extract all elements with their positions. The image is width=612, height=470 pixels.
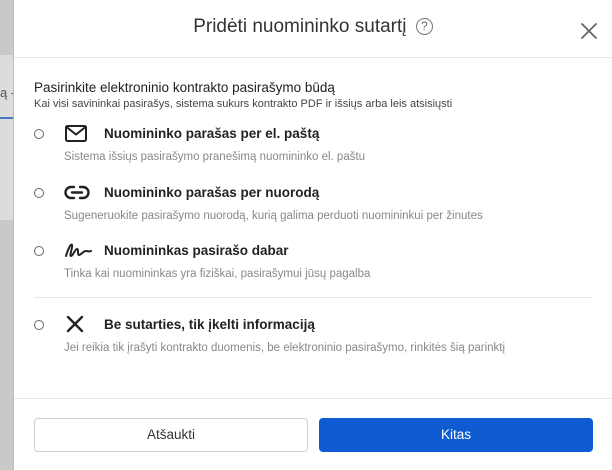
option-label: Nuomininkas pasirašo dabar — [104, 243, 289, 258]
link-icon — [64, 183, 90, 203]
signature-icon — [64, 241, 92, 261]
background-page-fragment: ą - — [0, 55, 14, 220]
background-text-fragment: ą - — [0, 85, 14, 100]
dialog-header: Pridėti nuomininko sutartį ? — [14, 0, 612, 58]
option-label: Nuomininko parašas per el. paštą — [104, 126, 320, 141]
option-description: Sistema išsiųs pasirašymo pranešimą nuom… — [64, 151, 366, 163]
section-subtitle: Kai visi savininkai pasirašys, sistema s… — [34, 98, 453, 110]
background-active-underline — [0, 117, 14, 119]
option-label: Be sutarties, tik įkelti informaciją — [104, 317, 315, 332]
options-divider — [34, 297, 592, 298]
section-title: Pasirinkite elektroninio kontrakto pasir… — [34, 80, 335, 95]
next-button[interactable]: Kitas — [319, 418, 593, 452]
close-icon — [581, 23, 597, 39]
envelope-icon — [64, 124, 90, 144]
x-icon — [64, 315, 90, 335]
help-icon[interactable]: ? — [415, 18, 433, 35]
cancel-button[interactable]: Atšaukti — [34, 418, 308, 452]
option-radio[interactable] — [34, 246, 44, 256]
dialog-title-wrap: Pridėti nuomininko sutartį ? — [14, 16, 612, 38]
option-description: Sugeneruokite pasirašymo nuorodą, kurią … — [64, 210, 483, 222]
option-radio[interactable] — [34, 129, 44, 139]
close-button[interactable] — [580, 22, 598, 40]
dialog-title: Pridėti nuomininko sutartį — [193, 16, 407, 37]
option-description: Jei reikia tik įrašyti kontrakto duomeni… — [64, 342, 506, 354]
add-tenant-contract-dialog: Pridėti nuomininko sutartį ? Pasirinkite… — [13, 0, 612, 470]
option-radio[interactable] — [34, 188, 44, 198]
dialog-footer: Atšaukti Kitas — [14, 398, 612, 470]
option-description: Tinka kai nuomininkas yra fiziškai, pasi… — [64, 268, 371, 280]
option-radio[interactable] — [34, 320, 44, 330]
option-label: Nuomininko parašas per nuorodą — [104, 185, 320, 200]
